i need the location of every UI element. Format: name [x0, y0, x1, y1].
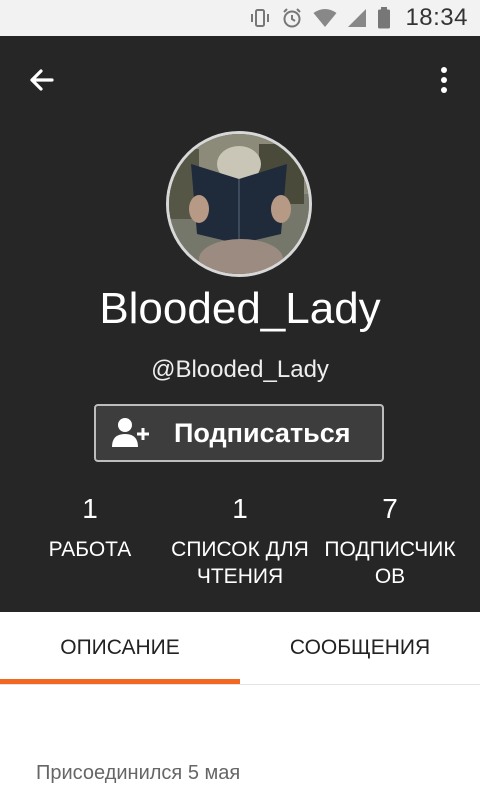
profile-header: Blooded_Lady @Blooded_Lady Подписаться 1…: [0, 36, 480, 612]
stat-works[interactable]: 1 РАБОТА: [10, 494, 170, 563]
active-tab-indicator: [0, 679, 240, 684]
battery-icon: [377, 7, 391, 29]
user-handle: @Blooded_Lady: [151, 356, 329, 383]
avatar-image: [169, 134, 309, 274]
vibrate-icon: [249, 7, 271, 29]
arrow-left-icon[interactable]: [26, 64, 58, 96]
stat-followers-label: ПОДПИСЧИК ОВ: [310, 536, 470, 590]
stat-works-value: 1: [82, 493, 98, 524]
status-icons: [249, 7, 391, 29]
profile-tabs: ОПИСАНИЕ СООБЩЕНИЯ: [0, 612, 480, 685]
status-bar: 18:34: [0, 0, 480, 36]
stat-reading-lists-label-line1: СПИСОК ДЛЯ: [171, 538, 309, 561]
profile-stats: 1 РАБОТА 1 СПИСОК ДЛЯ ЧТЕНИЯ 7 ПОДПИСЧИК…: [0, 494, 480, 604]
stat-reading-lists-label: СПИСОК ДЛЯ ЧТЕНИЯ: [160, 536, 320, 590]
avatar[interactable]: [166, 131, 312, 277]
stat-works-label: РАБОТА: [10, 536, 170, 563]
stat-followers-value: 7: [382, 493, 398, 524]
stat-reading-lists-value: 1: [232, 493, 248, 524]
stat-works-label-line: РАБОТА: [48, 538, 132, 561]
more-vertical-icon[interactable]: [432, 64, 456, 96]
follow-button[interactable]: Подписаться: [94, 404, 384, 462]
stat-followers[interactable]: 7 ПОДПИСЧИК ОВ: [310, 494, 470, 590]
add-person-icon: [112, 417, 152, 449]
joined-date-text: Присоединился 5 мая: [36, 762, 241, 784]
follow-button-label: Подписаться: [174, 417, 351, 448]
status-time: 18:34: [405, 4, 468, 31]
alarm-icon: [281, 7, 303, 29]
tab-messages[interactable]: СООБЩЕНИЯ: [240, 612, 480, 684]
signal-icon: [347, 8, 367, 28]
stat-followers-label-line1: ПОДПИСЧИК: [324, 538, 456, 561]
stat-followers-label-line2: ОВ: [374, 565, 406, 588]
stat-reading-lists[interactable]: 1 СПИСОК ДЛЯ ЧТЕНИЯ: [160, 494, 320, 590]
tab-description[interactable]: ОПИСАНИЕ: [0, 612, 240, 684]
stat-reading-lists-label-line2: ЧТЕНИЯ: [196, 565, 284, 588]
display-name: Blooded_Lady: [99, 284, 381, 333]
wifi-icon: [313, 8, 337, 28]
